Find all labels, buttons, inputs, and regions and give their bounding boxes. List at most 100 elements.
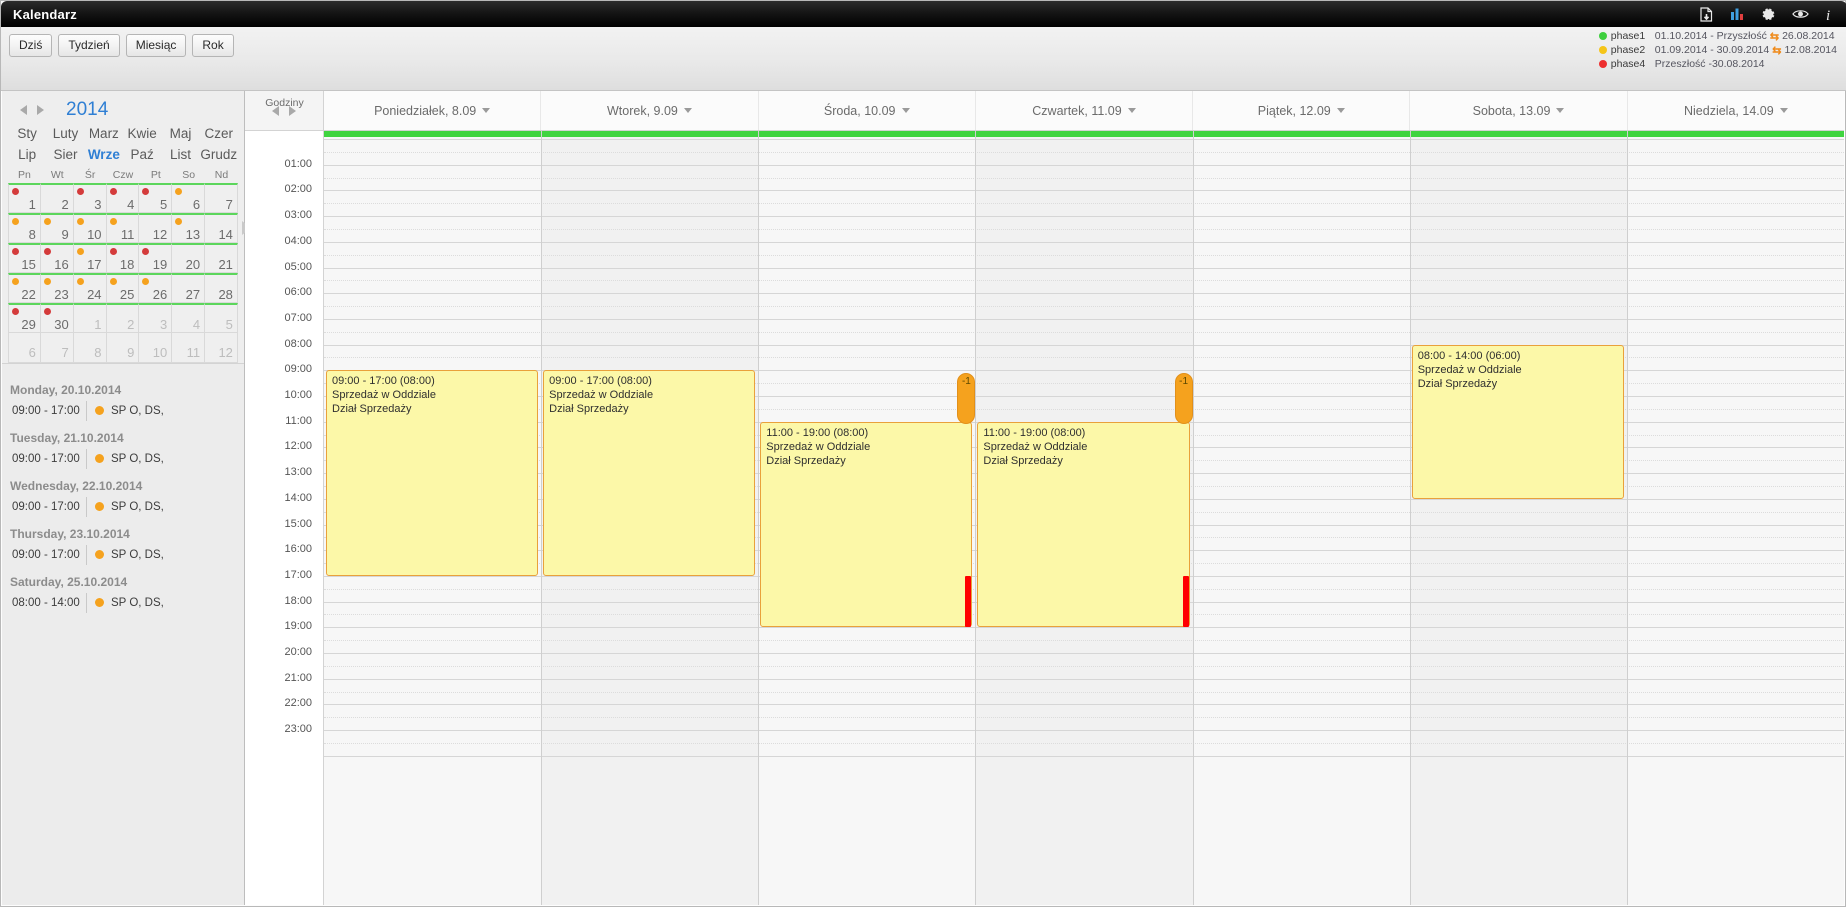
month-paź[interactable]: Paź [123,144,161,165]
mini-calendar-day[interactable]: 1 [73,303,107,333]
mini-calendar-day[interactable]: 18 [106,243,140,273]
month-maj[interactable]: Maj [161,123,199,144]
agenda-item[interactable]: 09:00 - 17:00 SP O, DS, [2,496,244,518]
hour-label: 11:00 [285,414,312,427]
calendar-event[interactable]: 09:00 - 17:00 (08:00) Sprzedaż w Oddziale… [543,370,756,576]
month-czer[interactable]: Czer [200,123,238,144]
mini-calendar-day[interactable]: 17 [73,243,107,273]
mini-calendar-day[interactable]: 5 [205,303,238,333]
mini-calendar-day[interactable]: 20 [172,243,206,273]
calendar-day-column[interactable] [1410,131,1627,905]
month-list[interactable]: List [161,144,199,165]
mini-calendar-day[interactable]: 19 [139,243,173,273]
hour-label: 07:00 [284,311,312,324]
calendar-event[interactable]: 11:00 - 19:00 (08:00) Sprzedaż w Oddziale… [977,421,1190,628]
mini-calendar-day[interactable]: 10 [139,333,173,363]
mini-calendar-day[interactable]: 12 [139,213,173,243]
agenda-item[interactable]: 09:00 - 17:00 SP O, DS, [2,400,244,422]
chevron-down-icon[interactable] [1556,108,1565,113]
mini-calendar-day[interactable]: 4 [172,303,206,333]
mini-calendar-day[interactable]: 4 [106,183,140,213]
mini-calendar-day[interactable]: 15 [8,243,41,273]
mini-calendar-year[interactable]: 2014 [66,99,108,121]
mini-calendar-day[interactable]: 24 [73,273,107,303]
calendar-day-column[interactable] [1626,131,1844,905]
mini-calendar-day[interactable]: 22 [8,273,41,303]
mini-calendar-day[interactable]: 6 [172,183,206,213]
mini-calendar-day[interactable]: 3 [73,183,107,213]
export-document-icon[interactable] [1700,6,1714,22]
mini-calendar-day[interactable]: 21 [205,243,238,273]
mini-calendar-day[interactable]: 3 [139,303,173,333]
day-header-saturday[interactable]: Sobota, 13.09 [1410,91,1628,130]
day-header-tuesday[interactable]: Wtorek, 9.09 [541,91,759,130]
mini-calendar-day[interactable]: 30 [40,303,74,333]
day-header-sunday[interactable]: Niedziela, 14.09 [1628,91,1844,130]
month-sier[interactable]: Sier [46,144,84,165]
chevron-down-icon[interactable] [482,108,491,113]
mini-calendar-day[interactable]: 11 [172,333,206,363]
year-button[interactable]: Rok [192,34,234,57]
mini-calendar-day[interactable]: 7 [205,183,238,213]
month-luty[interactable]: Luty [46,123,84,144]
today-button[interactable]: Dziś [9,34,53,57]
gear-icon[interactable] [1761,7,1776,22]
day-header-thursday[interactable]: Czwartek, 11.09 [976,91,1194,130]
bar-chart-icon[interactable] [1730,7,1745,21]
mini-calendar-day[interactable]: 9 [106,333,140,363]
chevron-down-icon[interactable] [1779,108,1788,113]
mini-calendar-day[interactable]: 9 [40,213,74,243]
week-button[interactable]: Tydzień [58,34,120,57]
mini-calendar-day[interactable]: 8 [73,333,107,363]
mini-calendar-day[interactable]: 12 [205,333,238,363]
event-shortage-badge[interactable]: -1 [1174,372,1193,425]
calendar-event[interactable]: 09:00 - 17:00 (08:00) Sprzedaż w Oddziale… [326,370,539,576]
calendar-day-column[interactable] [1192,131,1410,905]
day-header-friday[interactable]: Piątek, 12.09 [1193,91,1411,130]
mini-calendar-day[interactable]: 26 [139,273,173,303]
day-number: 7 [61,345,69,360]
agenda-item-time: 09:00 - 17:00 [12,500,80,513]
mini-calendar-day[interactable]: 27 [172,273,206,303]
month-grudz[interactable]: Grudz [200,144,238,165]
mini-calendar-day[interactable]: 13 [172,213,206,243]
mini-calendar-day[interactable]: 10 [73,213,107,243]
mini-calendar-day[interactable]: 6 [8,333,41,363]
mini-calendar-day[interactable]: 2 [40,183,74,213]
prev-year-arrow[interactable] [20,105,27,115]
month-button[interactable]: Miesiąc [125,34,187,57]
month-sty[interactable]: Sty [8,123,46,144]
day-header-wednesday[interactable]: Środa, 10.09 [759,91,976,130]
mini-calendar-day[interactable]: 5 [139,183,173,213]
mini-calendar-day[interactable]: 14 [205,213,238,243]
month-lip[interactable]: Lip [8,144,46,165]
chevron-down-icon[interactable] [901,108,910,113]
calendar-event[interactable]: 08:00 - 14:00 (06:00) Sprzedaż w Oddziale… [1411,344,1624,499]
chevron-down-icon[interactable] [1336,108,1345,113]
agenda-item[interactable]: 09:00 - 17:00 SP O, DS, [2,448,244,470]
mini-calendar-day[interactable]: 29 [8,303,41,333]
month-wrze[interactable]: Wrze [85,144,123,165]
month-marz[interactable]: Marz [85,123,123,144]
mini-calendar-day[interactable]: 2 [106,303,140,333]
chevron-down-icon[interactable] [1127,108,1136,113]
info-icon[interactable]: i [1825,7,1833,24]
mini-calendar-day[interactable]: 25 [106,273,140,303]
agenda-item[interactable]: 08:00 - 14:00 SP O, DS, [2,592,244,614]
next-year-arrow[interactable] [37,105,44,115]
calendar-grid[interactable]: 09:00 - 17:00 (08:00) Sprzedaż w Oddziale… [324,131,1844,905]
day-header-monday[interactable]: Poniedziałek, 8.09 [324,91,542,130]
mini-calendar-day[interactable]: 23 [40,273,74,303]
mini-calendar-day[interactable]: 11 [106,213,140,243]
mini-calendar-day[interactable]: 8 [8,213,41,243]
mini-calendar-day[interactable]: 7 [40,333,74,363]
mini-calendar-day[interactable]: 16 [40,243,74,273]
mini-calendar-day[interactable]: 1 [8,183,41,213]
chevron-down-icon[interactable] [683,108,692,113]
calendar-event[interactable]: 11:00 - 19:00 (08:00) Sprzedaż w Oddziale… [760,421,973,628]
mini-calendar-day[interactable]: 28 [205,273,238,303]
eye-icon[interactable] [1792,8,1809,20]
event-shortage-badge[interactable]: -1 [957,372,976,425]
agenda-item[interactable]: 09:00 - 17:00 SP O, DS, [2,544,244,566]
month-kwie[interactable]: Kwie [123,123,161,144]
